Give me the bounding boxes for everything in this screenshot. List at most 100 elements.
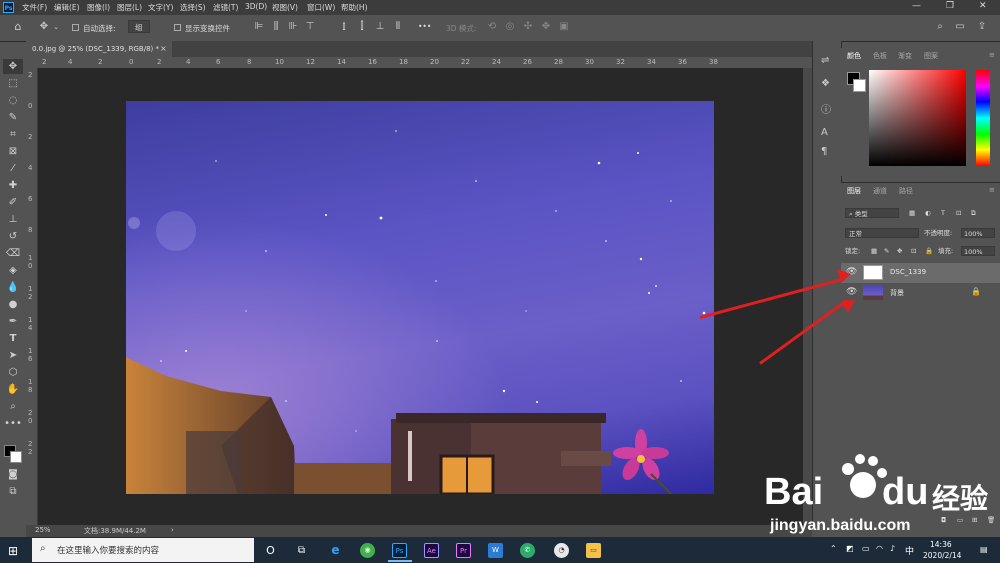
lock-transparent-icon[interactable]: ▦ bbox=[871, 246, 877, 256]
layer-name[interactable]: 背景 bbox=[890, 288, 904, 298]
brush-tool-icon[interactable]: ✐ bbox=[3, 195, 23, 210]
close-window-button[interactable]: ✕ bbox=[979, 1, 987, 11]
align-left-icon[interactable]: ⊫ bbox=[253, 21, 265, 33]
quick-select-tool-icon[interactable]: ✎ bbox=[3, 110, 23, 125]
tray-app-icon[interactable]: ◩ bbox=[846, 544, 854, 553]
volume-icon[interactable]: ♪ bbox=[890, 544, 895, 553]
menu-type[interactable]: 文字(Y) bbox=[148, 2, 173, 13]
panel-menu-icon[interactable]: ≡ bbox=[989, 186, 995, 194]
align-center-icon[interactable]: ⫼ bbox=[270, 21, 282, 33]
lock-position-icon[interactable]: ✥ bbox=[897, 246, 902, 256]
history-brush-icon[interactable]: ↺ bbox=[3, 229, 23, 244]
menu-window[interactable]: 窗口(W) bbox=[307, 2, 335, 13]
tab-color[interactable]: 颜色 bbox=[847, 51, 861, 61]
ime-indicator[interactable]: 中 bbox=[905, 544, 914, 557]
taskbar-search-box[interactable]: ⌕ 在这里输入你要搜索的内容 bbox=[32, 538, 254, 562]
info-icon[interactable]: ⓘ bbox=[821, 101, 831, 116]
tab-patterns[interactable]: 图案 bbox=[924, 51, 938, 61]
more-tools-icon[interactable]: ••• bbox=[3, 416, 23, 431]
opacity-input[interactable]: 100% bbox=[961, 228, 995, 238]
clock-date[interactable]: 2020/2/14 bbox=[923, 551, 961, 560]
distribute-icon[interactable]: ⫾ bbox=[338, 21, 350, 33]
eraser-tool-icon[interactable]: ⌫ bbox=[3, 246, 23, 261]
background-color-swatch[interactable] bbox=[10, 451, 22, 463]
character-icon[interactable]: A bbox=[821, 127, 828, 138]
auto-select-checkbox[interactable] bbox=[72, 24, 79, 31]
status-arrow-icon[interactable]: › bbox=[171, 526, 174, 534]
network-icon[interactable]: ▭ bbox=[862, 544, 870, 553]
clock-time[interactable]: 14:36 bbox=[930, 540, 952, 549]
menu-image[interactable]: 图像(I) bbox=[87, 2, 110, 13]
menu-view[interactable]: 视图(V) bbox=[272, 2, 298, 13]
marquee-tool-icon[interactable]: ⬚ bbox=[3, 76, 23, 91]
fill-input[interactable]: 100% bbox=[961, 246, 995, 256]
chevron-down-icon[interactable]: ⌄ bbox=[50, 21, 62, 33]
notification-icon[interactable]: ▤ bbox=[980, 545, 988, 554]
lock-artboard-icon[interactable]: ⊡ bbox=[911, 246, 916, 256]
task-view-icon[interactable]: ⧉ bbox=[294, 543, 309, 558]
frame-tool-icon[interactable]: ⊠ bbox=[3, 144, 23, 159]
move-tool-icon[interactable]: ✥ bbox=[38, 21, 50, 33]
zoom-tool-icon[interactable]: ⌕ bbox=[3, 399, 23, 414]
path-select-icon[interactable]: ➤ bbox=[3, 348, 23, 363]
filter-pixel-icon[interactable]: ▦ bbox=[909, 208, 915, 218]
healing-brush-icon[interactable]: ✚ bbox=[3, 178, 23, 193]
wps-icon[interactable]: W bbox=[488, 543, 503, 558]
menu-filter[interactable]: 滤镜(T) bbox=[213, 2, 238, 13]
pan-icon[interactable]: ✣ bbox=[522, 21, 534, 33]
quick-mask-icon[interactable]: ◙ bbox=[3, 467, 23, 482]
scale-icon[interactable]: ▣ bbox=[558, 21, 570, 33]
filter-adjustment-icon[interactable]: ◐ bbox=[925, 208, 931, 218]
file-explorer-icon[interactable]: ▭ bbox=[586, 543, 601, 558]
layer-name[interactable]: DSC_1339 bbox=[890, 268, 926, 276]
orbit-icon[interactable]: ⟲ bbox=[486, 21, 498, 33]
menu-select[interactable]: 选择(S) bbox=[180, 2, 206, 13]
menu-help[interactable]: 帮助(H) bbox=[341, 2, 368, 13]
tray-chevron-icon[interactable]: ⌃ bbox=[830, 544, 837, 553]
minimize-button[interactable]: — bbox=[912, 1, 921, 11]
after-effects-icon[interactable]: Ae bbox=[424, 543, 439, 558]
align-right-icon[interactable]: ⊪ bbox=[287, 21, 299, 33]
more-options-button[interactable]: ••• bbox=[418, 22, 431, 31]
tab-gradients[interactable]: 渐变 bbox=[898, 51, 912, 61]
tab-paths[interactable]: 路径 bbox=[899, 186, 913, 196]
hue-slider[interactable] bbox=[976, 70, 990, 166]
paragraph-icon[interactable]: ¶ bbox=[821, 146, 827, 157]
screen-mode-icon[interactable]: ⧉ bbox=[3, 484, 23, 499]
history-icon[interactable]: ⇌ bbox=[821, 55, 829, 66]
panel-menu-icon[interactable]: ≡ bbox=[989, 51, 995, 59]
menu-layer[interactable]: 图层(L) bbox=[117, 2, 142, 13]
saturation-value-picker[interactable] bbox=[869, 70, 966, 166]
tab-swatches[interactable]: 色板 bbox=[873, 51, 887, 61]
filter-shape-icon[interactable]: ⊡ bbox=[956, 208, 961, 218]
shape-tool-icon[interactable]: ⬡ bbox=[3, 365, 23, 380]
document-tab[interactable]: 0.0.jpg @ 25% (DSC_1339, RGB/8) * × bbox=[26, 41, 172, 57]
crop-tool-icon[interactable]: ⌗ bbox=[3, 127, 23, 142]
show-transform-checkbox[interactable] bbox=[174, 24, 181, 31]
clone-stamp-icon[interactable]: ⊥ bbox=[3, 212, 23, 227]
filter-type-icon[interactable]: T bbox=[941, 208, 945, 218]
restore-button[interactable]: ❐ bbox=[946, 1, 954, 11]
workspace-icon[interactable]: ▭ bbox=[954, 21, 966, 33]
cortana-icon[interactable]: O bbox=[263, 543, 278, 558]
blend-mode-dropdown[interactable]: 正常 bbox=[845, 228, 919, 238]
tab-channels[interactable]: 通道 bbox=[873, 186, 887, 196]
filter-smart-icon[interactable]: ⧉ bbox=[971, 208, 976, 218]
type-tool-icon[interactable]: T bbox=[3, 331, 23, 346]
premiere-icon[interactable]: Pr bbox=[456, 543, 471, 558]
dodge-tool-icon[interactable]: ● bbox=[3, 297, 23, 312]
slide-icon[interactable]: ✥ bbox=[540, 21, 552, 33]
auto-select-dropdown[interactable]: 组 bbox=[128, 20, 150, 33]
lock-image-icon[interactable]: ✎ bbox=[884, 246, 889, 256]
document-image[interactable] bbox=[126, 101, 714, 494]
menu-3d[interactable]: 3D(D) bbox=[245, 2, 267, 11]
adjustments-icon[interactable]: ❖ bbox=[821, 78, 830, 89]
close-tab-icon[interactable]: × bbox=[160, 44, 167, 53]
search-icon[interactable]: ⌕ bbox=[934, 21, 946, 33]
eyedropper-tool-icon[interactable]: ⁄ bbox=[3, 161, 23, 176]
pen-tool-icon[interactable]: ✒ bbox=[3, 314, 23, 329]
paint-bucket-icon[interactable]: ◈ bbox=[3, 263, 23, 278]
share-icon[interactable]: ⇪ bbox=[976, 21, 988, 33]
wechat-icon[interactable]: ✆ bbox=[520, 543, 535, 558]
background-color-swatch[interactable] bbox=[853, 79, 866, 92]
